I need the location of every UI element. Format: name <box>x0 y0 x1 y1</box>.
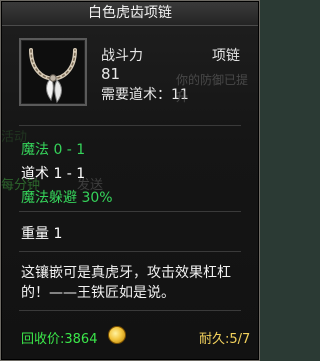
background-text: 每分钟 <box>1 178 41 193</box>
item-description: 这镶嵌可是真虎牙，攻击效果杠杠的！——王铁匠如是说。 <box>21 265 231 301</box>
durability: 耐久:5/7 <box>199 332 251 347</box>
item-icon-slot <box>19 38 87 106</box>
power-value: 81 <box>101 65 121 83</box>
divider <box>19 125 241 126</box>
divider <box>19 211 241 212</box>
slot-label: 项链 <box>212 48 240 64</box>
gold-coin-icon <box>108 326 126 344</box>
weight-text: 重量 1 <box>21 226 63 242</box>
stat-magic: 魔法 0 - 1 <box>21 142 86 158</box>
recycle-value: 回收价:3864 <box>21 332 98 347</box>
power-label: 战斗力 <box>101 48 143 64</box>
divider <box>19 251 241 252</box>
divider <box>19 310 241 311</box>
tiger-tooth-necklace-icon <box>29 48 77 104</box>
background-text: 发送 <box>77 178 104 193</box>
item-title: 白色虎齿项链 <box>2 2 258 26</box>
background-text: 你的防御已提升 <box>176 73 249 104</box>
item-tooltip: 白色虎齿项链 战斗力 81 需要道术：11 项链 你的防御已提升 活动 魔法 0… <box>0 0 260 361</box>
